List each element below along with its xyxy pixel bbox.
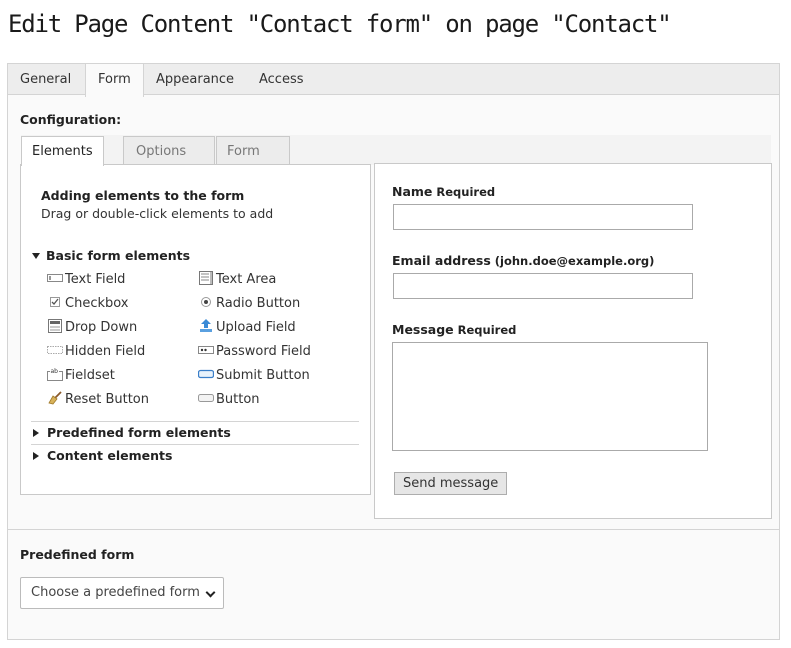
tab-form-settings[interactable]: Form [216, 136, 290, 165]
radio-button-icon [201, 297, 211, 307]
name-input[interactable] [393, 204, 693, 230]
predefined-form-select[interactable]: Choose a predefined form [20, 577, 224, 609]
required-marker: Required [436, 185, 496, 199]
element-text-field[interactable]: Text Field [47, 270, 125, 290]
text-field-icon [47, 274, 63, 282]
tab-options[interactable]: Options [123, 136, 215, 165]
element-drop-down[interactable]: Drop Down [47, 318, 137, 338]
collapsed-triangle-icon [33, 452, 39, 460]
element-password-field[interactable]: Password Field [198, 342, 311, 362]
email-input[interactable] [393, 273, 693, 299]
element-label: Text Field [65, 272, 126, 287]
tab-general[interactable]: General [8, 64, 83, 96]
element-label: Text Area [216, 272, 277, 287]
elements-hint: Drag or double-click elements to add [41, 206, 274, 221]
tab-elements[interactable]: Elements [21, 136, 104, 166]
broom-icon [48, 391, 62, 405]
section-divider [31, 421, 359, 422]
content-elements-toggle[interactable]: Content elements [33, 448, 172, 463]
upload-icon [200, 319, 212, 332]
tab-access[interactable]: Access [247, 64, 316, 96]
element-label: Hidden Field [65, 344, 146, 359]
email-field-label: Email address (john.doe@example.org) [392, 253, 655, 268]
elements-heading: Adding elements to the form [41, 188, 245, 203]
main-tab-bar: General Form Appearance Access [7, 63, 780, 97]
element-label: Radio Button [216, 296, 301, 311]
element-label: Drop Down [65, 320, 138, 335]
email-hint: (john.doe@example.org) [494, 254, 655, 268]
collapsed-triangle-icon [33, 429, 39, 437]
predefined-form-panel: Predefined form Choose a predefined form [7, 529, 780, 640]
content-elements-label: Content elements [47, 448, 173, 463]
message-field-label: Message Required [392, 322, 517, 337]
checkbox-icon [50, 297, 60, 307]
tab-form[interactable]: Form [85, 64, 144, 97]
element-fieldset[interactable]: ab Fieldset [47, 366, 115, 386]
element-label: Fieldset [65, 368, 115, 383]
select-value: Choose a predefined form [31, 585, 200, 600]
element-hidden-field[interactable]: Hidden Field [47, 342, 145, 362]
basic-elements-label: Basic form elements [46, 248, 191, 263]
predefined-elements-toggle[interactable]: Predefined form elements [33, 425, 231, 440]
required-marker: Required [457, 323, 517, 337]
svg-text:ab: ab [51, 368, 59, 375]
name-field-label: Name Required [392, 184, 496, 199]
submit-button-icon [198, 369, 214, 379]
chevron-down-icon [205, 587, 216, 598]
inner-tab-bar: Elements Options Form [21, 135, 771, 166]
button-icon [198, 394, 214, 402]
element-label: Button [216, 392, 260, 407]
fieldset-icon: ab [47, 367, 63, 381]
predefined-elements-label: Predefined form elements [47, 425, 231, 440]
element-label: Checkbox [65, 296, 129, 311]
form-preview: Name Required Email address (john.doe@ex… [374, 163, 772, 519]
tab-appearance[interactable]: Appearance [144, 64, 246, 96]
element-reset-button[interactable]: Reset Button [47, 390, 149, 410]
element-submit-button[interactable]: Submit Button [198, 366, 310, 386]
hidden-field-icon [47, 346, 63, 354]
element-upload-field[interactable]: Upload Field [198, 318, 296, 338]
configuration-label: Configuration: [20, 112, 122, 127]
predefined-form-label: Predefined form [20, 547, 135, 562]
password-field-icon [198, 346, 214, 354]
elements-palette: Adding elements to the form Drag or doub… [20, 164, 371, 495]
expanded-triangle-icon [32, 253, 40, 259]
element-label: Reset Button [65, 392, 149, 407]
send-message-button[interactable]: Send message [394, 472, 508, 495]
element-button[interactable]: Button [198, 390, 260, 410]
drop-down-icon [48, 319, 62, 333]
section-divider [31, 444, 359, 445]
element-checkbox[interactable]: Checkbox [47, 294, 129, 314]
element-radio-button[interactable]: Radio Button [198, 294, 300, 314]
element-label: Password Field [216, 344, 311, 359]
element-text-area[interactable]: Text Area [198, 270, 276, 290]
basic-elements-toggle[interactable]: Basic form elements [32, 248, 190, 263]
text-area-icon [199, 271, 213, 285]
page-title: Edit Page Content "Contact form" on page… [8, 10, 672, 38]
element-label: Submit Button [216, 368, 310, 383]
message-textarea[interactable] [392, 342, 708, 451]
element-label: Upload Field [216, 320, 296, 335]
form-tab-panel: Configuration: Elements Options Form Add… [7, 94, 780, 530]
